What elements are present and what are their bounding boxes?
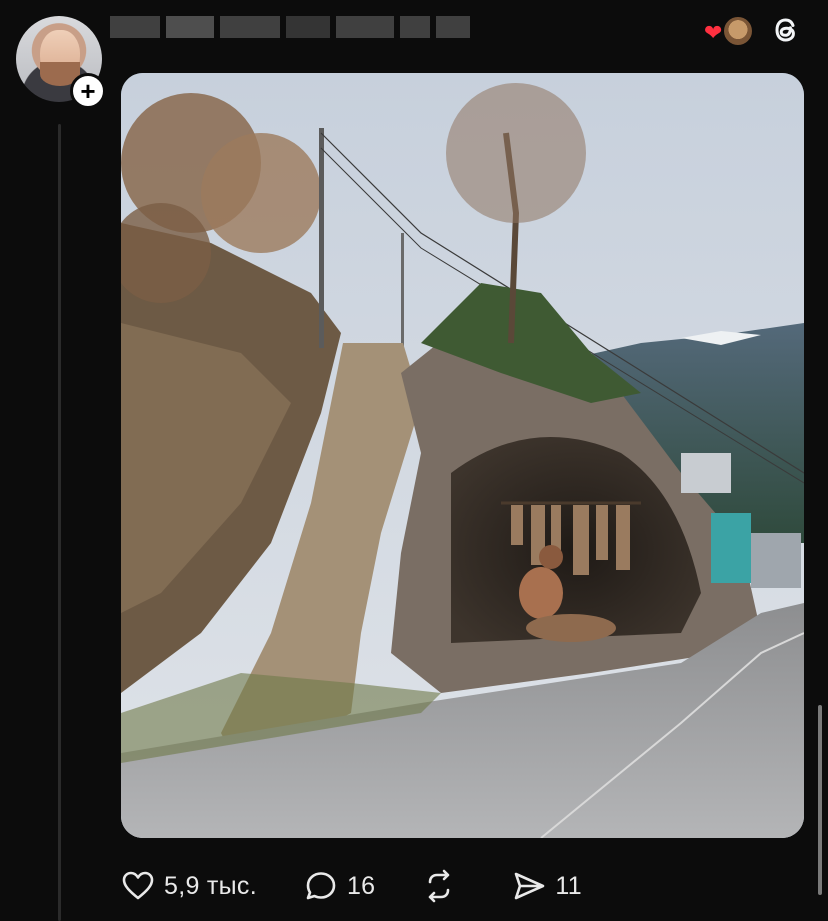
repost-button[interactable] [421,868,465,904]
scrollbar[interactable] [818,705,822,895]
repost-icon [429,869,450,903]
share-button[interactable]: 11 [511,868,582,904]
comment-count: 16 [346,871,376,900]
threads-logo-icon[interactable] [768,12,804,48]
heart-outline-icon [122,871,154,900]
liker-avatar[interactable] [722,15,754,47]
send-icon [515,872,545,900]
photo-scene [121,73,804,838]
share-count: 11 [555,871,582,900]
post-actions-bar: 5,9 тыс. 16 11 [120,862,628,910]
comment-bubble-icon [306,872,336,900]
activity-heart-icon: ❤ [704,20,723,45]
author-username-blurred[interactable] [110,10,470,44]
threads-post-view: + ❤ 5,9 тыс. 16 11 [0,0,828,921]
post-photo[interactable] [121,73,804,838]
follow-button[interactable]: + [70,73,106,109]
thread-line [58,124,61,921]
comment-button[interactable]: 16 [303,868,375,904]
like-count: 5,9 тыс. [164,871,257,900]
like-button[interactable]: 5,9 тыс. [120,868,257,904]
